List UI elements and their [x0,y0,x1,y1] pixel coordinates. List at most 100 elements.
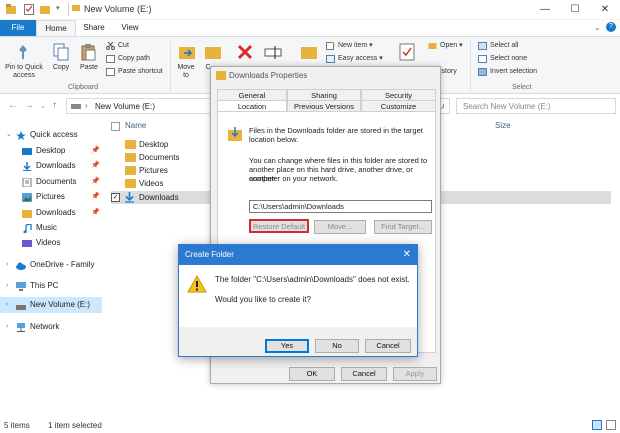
location-path-field[interactable]: C:\Users\admin\Downloads [249,200,432,213]
move-to-button[interactable]: Move to [172,64,200,80]
column-header-name[interactable]: Name [125,121,146,130]
select-all-icon [478,42,487,50]
paste-shortcut-button[interactable]: Paste shortcut [106,67,163,77]
change-info-line1: You can change where files in this folde… [249,156,428,165]
copy-path-icon [106,55,115,63]
desktop-icon [22,146,32,155]
apply-button[interactable]: Apply [393,367,437,381]
select-none-icon [478,55,487,63]
back-arrow-icon[interactable]: ← [8,100,18,111]
properties-big-icon [398,43,416,61]
up-arrow-icon[interactable]: ↑ [52,100,57,111]
large-icons-view-icon[interactable] [606,420,616,430]
pin-icon: 📌 [91,147,100,154]
details-view-icon[interactable] [592,420,602,430]
create-folder-body: The folder "C:\Users\admin\Downloads" do… [179,265,417,327]
folder-icon [125,166,136,175]
properties-icon[interactable] [24,4,34,15]
nav-documents[interactable]: Documents 📌 [0,174,102,189]
open-button[interactable]: Open ▾ [428,41,463,51]
pin-icon [14,43,32,61]
paste-button[interactable]: Paste [76,64,102,72]
new-folder-icon[interactable] [40,4,50,15]
window-title: New Volume (E:) [84,4,152,14]
tab-file[interactable]: File [0,20,36,36]
minimize-button[interactable]: — [538,3,552,16]
pin-icon: 📌 [91,209,100,216]
select-all-button[interactable]: Select all [478,41,518,51]
nav-desktop[interactable]: Desktop 📌 [0,143,102,158]
scissors-icon [106,41,115,50]
tab-general[interactable]: General [217,89,287,100]
search-box[interactable]: Search New Volume (E:) [456,98,616,114]
warning-icon [187,274,207,293]
computer-icon [16,281,26,291]
cut-button[interactable]: Cut [106,41,129,51]
maximize-button[interactable]: ☐ [568,3,582,16]
tab-previous-versions[interactable]: Previous Versions [287,100,361,111]
new-item-icon [326,41,336,50]
select-none-button[interactable]: Select none [478,54,527,64]
search-input[interactable]: Search New Volume (E:) [463,102,551,111]
tab-share[interactable]: Share [76,20,112,36]
pin-icon: 📌 [91,162,100,169]
invert-selection-icon [478,68,487,76]
close-window-button[interactable]: ✕ [598,3,612,16]
move-button[interactable]: Move... [314,220,366,234]
nav-downloads-folder[interactable]: Downloads 📌 [0,205,102,220]
breadcrumb-chevron-icon: › [85,101,88,110]
tab-security[interactable]: Security [361,89,436,100]
cancel-create-button[interactable]: Cancel [365,339,411,353]
nav-new-volume[interactable]: › New Volume (E:) [0,297,102,313]
pin-quick-access-button[interactable]: Pin to Quick access [2,64,46,80]
ok-button[interactable]: OK [289,367,335,381]
location-info-line2: location below. [249,135,299,144]
tab-view[interactable]: View [112,20,148,36]
folder-icon [22,208,32,218]
move-to-icon [178,43,196,61]
select-all-checkbox[interactable] [111,122,120,131]
invert-selection-button[interactable]: Invert selection [478,67,537,77]
row-checkbox[interactable]: ✓ [111,193,120,202]
customize-qa-icon[interactable]: ▾ [56,4,66,15]
new-item-button[interactable]: New item ▾ [326,41,373,51]
recent-locations-icon[interactable]: ⌄ [40,102,46,110]
yes-button[interactable]: Yes [265,339,309,353]
address-path: New Volume (E:) [95,102,156,111]
tab-sharing[interactable]: Sharing [287,89,361,100]
select-group-label: Select [512,84,532,91]
new-folder-big-icon [300,43,318,61]
pin-icon: 📌 [91,193,100,200]
status-selection: 1 item selected [48,421,102,430]
videos-icon [22,238,32,247]
close-icon[interactable]: ✕ [403,249,411,260]
pin-icon: 📌 [91,178,100,185]
download-arrow-icon [124,192,135,203]
create-folder-message: The folder "C:\Users\admin\Downloads" do… [215,275,410,284]
change-info-line3: computer on your network. [249,174,338,183]
no-button[interactable]: No [315,339,359,353]
ribbon-collapse-icon[interactable]: ⌄ [594,23,601,32]
copy-path-button[interactable]: Copy path [106,54,150,64]
tab-customize[interactable]: Customize [361,100,436,111]
cancel-button[interactable]: Cancel [341,367,387,381]
folder-icon [216,71,226,80]
easy-access-button[interactable]: Easy access ▾ [326,54,383,64]
restore-default-button[interactable]: Restore Default [249,219,309,233]
folder-icon [125,179,136,188]
copy-button[interactable]: Copy [48,64,74,72]
dialog-title: Downloads Properties [229,71,308,80]
nav-downloads[interactable]: Downloads 📌 [0,158,102,173]
pictures-icon [22,192,32,202]
find-target-button[interactable]: Find Target... [374,220,432,234]
clipboard-group-label: Clipboard [68,84,98,91]
column-header-size[interactable]: Size [495,121,511,130]
create-folder-dialog: Create Folder ✕ The folder "C:\Users\adm… [178,244,418,357]
tab-home[interactable]: Home [36,20,76,36]
help-icon[interactable]: ? [606,22,616,32]
folder-icon [125,140,136,149]
ribbon-tabs: File Home Share View ⌄ ? [0,20,620,36]
forward-arrow-icon[interactable]: → [24,100,34,111]
nav-pictures[interactable]: Pictures 📌 [0,189,102,204]
open-icon [428,42,437,50]
